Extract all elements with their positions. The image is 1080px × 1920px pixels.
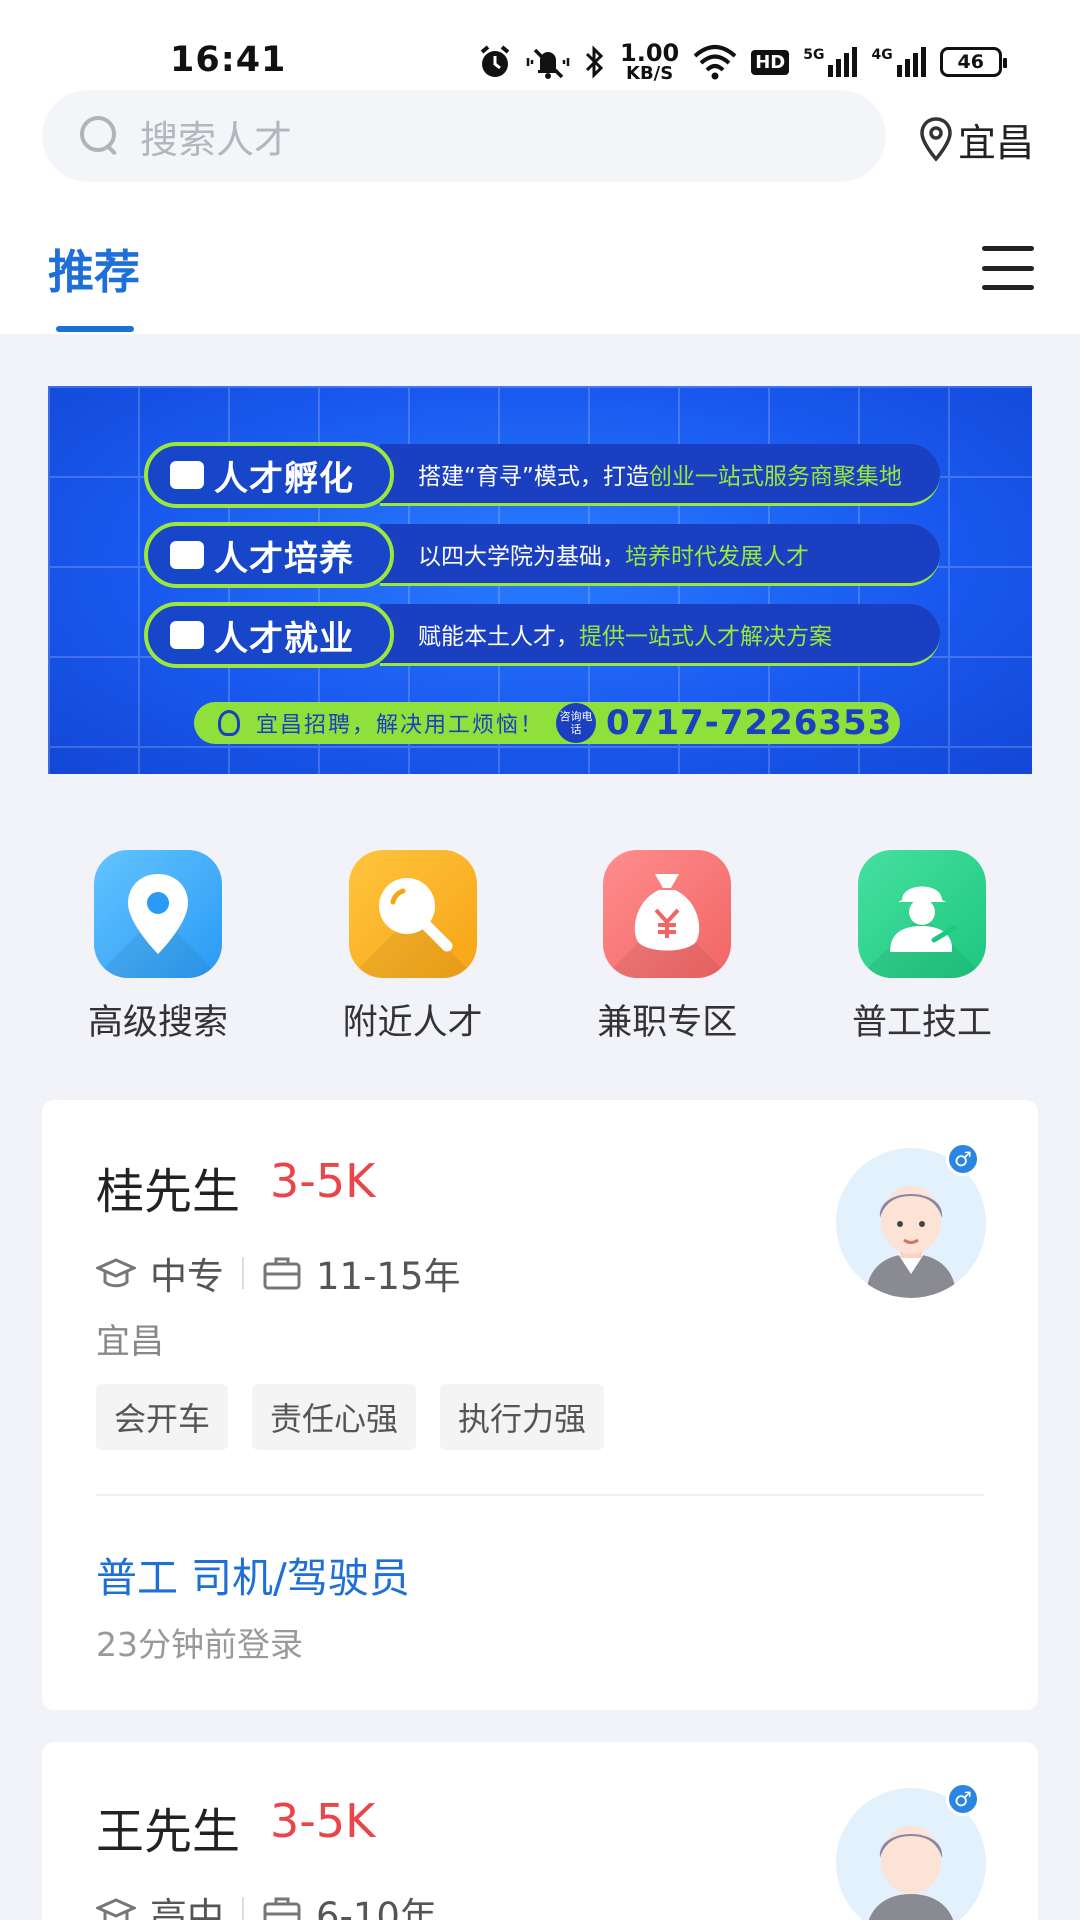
briefcase-icon [263, 1897, 301, 1920]
banner-pill: 人才就业 [144, 602, 394, 668]
tab-recommend[interactable]: 推荐 [48, 236, 140, 302]
banner-contact-bar: 宜昌招聘，解决用工烦恼！ 咨询电话 0717-7226353 [194, 702, 900, 744]
quick-advanced-search[interactable]: 高级搜索 [68, 850, 248, 1045]
candidate-last-login: 23分钟前登录 [96, 1625, 303, 1664]
promo-banner[interactable]: 人才孵化 搭建“育寻”模式，打造 创业一站式服务商聚集地 人才培养 以四大学院为… [48, 386, 1032, 774]
document-icon [170, 621, 204, 649]
graduation-cap-icon [96, 1898, 136, 1920]
banner-desc-text: 以四大学院为基础， [418, 543, 625, 570]
status-icons: 1.00 KB/S HD 5G 4G 46 [478, 38, 1007, 86]
candidate-meta: 高中 6-10年 [96, 1886, 437, 1920]
location-selector[interactable]: 宜昌 [918, 112, 1034, 167]
consult-badge: 咨询电话 [556, 703, 597, 743]
candidate-tag: 责任心强 [252, 1384, 417, 1450]
lightbulb-icon [218, 710, 240, 736]
search-input[interactable]: 搜索人才 [42, 90, 886, 182]
card-divider [96, 1494, 984, 1496]
worker-icon [857, 850, 986, 978]
banner-desc-highlight: 培养时代发展人才 [625, 543, 809, 570]
quick-label: 兼职专区 [597, 1003, 738, 1043]
money-bag-icon [603, 850, 732, 978]
quick-label: 附近人才 [342, 1003, 483, 1043]
graduation-cap-icon [96, 1258, 136, 1288]
quick-entries: 高级搜索 附近人才 兼职专区 普工技工 [68, 850, 1012, 1045]
quick-part-time[interactable]: 兼职专区 [577, 850, 757, 1045]
location-pin-icon [920, 116, 952, 162]
network-speed: 1.00 KB/S [620, 41, 679, 83]
candidate-name: 王先生 [96, 1804, 241, 1860]
briefcase-icon [170, 541, 204, 569]
candidate-salary: 3-5K [270, 1154, 376, 1208]
sim2-signal-icon: 4G [871, 47, 926, 77]
banner-row-desc: 以四大学院为基础， 培养时代发展人才 [380, 524, 940, 586]
status-time: 16:41 [170, 40, 287, 80]
location-city: 宜昌 [958, 121, 1035, 165]
candidate-card[interactable]: 王先生 3-5K 高中 6-10年 ♂ [42, 1742, 1038, 1920]
banner-row-employment: 人才就业 赋能本土人才， 提供一站式人才解决方案 [144, 602, 940, 668]
candidate-job: 普工 司机/驾驶员 [96, 1554, 410, 1602]
alarm-icon [480, 45, 510, 77]
quick-label: 普工技工 [851, 1003, 992, 1043]
silent-bell-icon [526, 48, 570, 79]
briefcase-icon [263, 1257, 301, 1290]
candidate-experience: 11-15年 [316, 1255, 461, 1298]
banner-row-incubation: 人才孵化 搭建“育寻”模式，打造 创业一站式服务商聚集地 [144, 442, 940, 508]
battery-icon: 46 [939, 47, 1007, 77]
banner-row-title: 人才就业 [214, 618, 354, 659]
candidate-city: 宜昌 [96, 1322, 164, 1362]
bluetooth-icon [585, 45, 604, 79]
sim2-label: 4G [871, 47, 893, 63]
banner-row-title: 人才孵化 [214, 458, 354, 499]
banner-pill: 人才孵化 [144, 442, 394, 508]
banner-phone: 0717-7226353 [606, 703, 893, 743]
candidate-education: 高中 [150, 1895, 224, 1920]
hd-voice-badge: HD [751, 49, 790, 75]
battery-level: 46 [957, 51, 984, 73]
people-icon [170, 461, 204, 489]
location-pin-icon [94, 850, 222, 978]
candidate-name: 桂先生 [96, 1164, 241, 1220]
quick-label: 高级搜索 [87, 1003, 228, 1043]
banner-row-title: 人才培养 [214, 538, 354, 579]
banner-row-training: 人才培养 以四大学院为基础， 培养时代发展人才 [144, 522, 940, 588]
sim1-label: 5G [803, 47, 825, 63]
candidate-tag: 执行力强 [440, 1384, 605, 1450]
search-icon [80, 116, 120, 156]
magnifier-icon [348, 850, 477, 978]
wifi-icon [693, 45, 737, 80]
candidate-experience: 6-10年 [316, 1895, 437, 1920]
menu-icon[interactable] [982, 246, 1034, 290]
banner-pill: 人才培养 [144, 522, 394, 588]
male-gender-icon: ♂ [946, 1782, 980, 1816]
network-speed-unit: KB/S [626, 63, 674, 84]
banner-row-desc: 搭建“育寻”模式，打造 创业一站式服务商聚集地 [380, 444, 940, 506]
male-gender-icon: ♂ [946, 1142, 980, 1176]
tab-active-indicator [56, 326, 134, 332]
candidate-tag: 会开车 [96, 1384, 229, 1450]
sim1-signal-icon: 5G [803, 47, 858, 77]
banner-desc-highlight: 提供一站式人才解决方案 [579, 623, 832, 650]
quick-nearby-talent[interactable]: 附近人才 [323, 850, 503, 1045]
candidate-salary: 3-5K [270, 1794, 376, 1848]
banner-slogan: 宜昌招聘，解决用工烦恼！ [256, 713, 545, 738]
banner-row-desc: 赋能本土人才， 提供一站式人才解决方案 [380, 604, 940, 666]
network-speed-value: 1.00 [620, 39, 680, 67]
search-placeholder: 搜索人才 [140, 117, 293, 162]
banner-desc-text: 搭建“育寻”模式，打造 [418, 463, 649, 490]
candidate-education: 中专 [150, 1255, 224, 1298]
candidate-card[interactable]: 桂先生 3-5K 中专 11-15年 宜昌 会开车 责任心强 执行力强 普工 司… [42, 1100, 1038, 1710]
candidate-tags: 会开车 责任心强 执行力强 [96, 1384, 605, 1450]
banner-desc-text: 赋能本土人才， [418, 623, 579, 650]
banner-desc-highlight: 创业一站式服务商聚集地 [648, 463, 902, 490]
quick-skilled-worker[interactable]: 普工技工 [832, 850, 1012, 1045]
candidate-meta: 中专 11-15年 [96, 1246, 461, 1300]
